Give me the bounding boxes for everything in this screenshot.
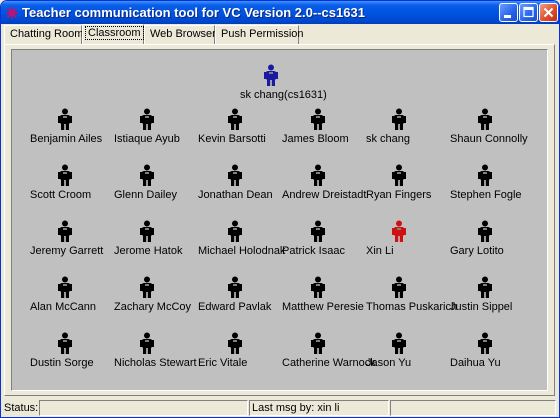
student-icon <box>450 108 550 130</box>
teacher-seat[interactable]: sk chang(cs1631) <box>236 64 327 104</box>
student-name: Ryan Fingers <box>366 189 432 201</box>
student-name: Shaun Connolly <box>450 133 528 145</box>
maximize-button[interactable] <box>519 3 538 22</box>
student-name: Kevin Barsotti <box>198 133 266 145</box>
student-name: Zachary McCoy <box>114 301 192 313</box>
tab-classroom[interactable]: Classroom <box>82 24 144 45</box>
tab-web-browser[interactable]: Web Browser <box>144 25 216 44</box>
student-name: Istiaque Ayub <box>114 133 180 145</box>
student-name: Xin Li <box>366 245 394 257</box>
last-message-label: Last msg by: xin li <box>249 400 389 416</box>
student-name: Gary Lotito <box>450 245 504 257</box>
student-name: Edward Pavlak <box>198 301 272 313</box>
student-name: Stephen Fogle <box>450 189 522 201</box>
student-name: Jeremy Garrett <box>30 245 104 257</box>
student-name: Eric Vitale <box>198 357 248 369</box>
window-title: Teacher communication tool for VC Versio… <box>22 5 365 20</box>
student-seat[interactable]: Stephen Fogle <box>450 164 550 204</box>
maximize-icon <box>523 6 534 18</box>
student-name: Nicholas Stewart <box>114 357 197 369</box>
student-name: Michael Holodnak <box>198 245 286 257</box>
student-icon <box>450 332 550 354</box>
title-bar[interactable]: Teacher communication tool for VC Versio… <box>1 1 559 24</box>
tab-chatting-room[interactable]: Chatting Room <box>4 25 84 44</box>
classroom-panel: sk chang(cs1631) Benjamin Ailes Istiaque … <box>4 44 555 396</box>
status-extra <box>390 400 556 416</box>
student-name: Jason Yu <box>366 357 412 369</box>
student-name: Thomas Puskarich <box>366 301 458 313</box>
status-label: Status: <box>4 402 39 414</box>
minimize-button[interactable] <box>499 3 518 22</box>
student-name: Andrew Dreistadt <box>282 189 367 201</box>
status-bar: Status: Last msg by: xin li <box>1 398 559 417</box>
student-name: Alan McCann <box>30 301 97 313</box>
tab-label: Push Permission <box>221 28 304 40</box>
classroom-canvas: sk chang(cs1631) Benjamin Ailes Istiaque … <box>11 49 548 391</box>
student-icon <box>450 220 550 242</box>
tab-push-permission[interactable]: Push Permission <box>215 25 304 44</box>
tab-label: Classroom <box>85 26 144 40</box>
student-name: Scott Croom <box>30 189 92 201</box>
student-seat[interactable]: Daihua Yu <box>450 332 550 372</box>
student-name: Daihua Yu <box>450 357 501 369</box>
status-text <box>39 400 248 416</box>
student-name: Jonathan Dean <box>198 189 273 201</box>
student-icon <box>450 276 550 298</box>
close-icon <box>543 7 554 18</box>
student-seat[interactable]: Gary Lotito <box>450 220 550 260</box>
student-name: Benjamin Ailes <box>30 133 103 145</box>
student-name: Dustin Sorge <box>30 357 94 369</box>
teacher-name: sk chang(cs1631) <box>240 89 327 101</box>
teacher-icon <box>236 64 326 86</box>
student-name: sk chang <box>366 133 411 145</box>
app-icon <box>6 7 18 19</box>
close-button[interactable] <box>539 3 558 22</box>
main-window: Teacher communication tool for VC Versio… <box>0 0 560 418</box>
student-seat[interactable]: Shaun Connolly <box>450 108 550 148</box>
student-icon <box>450 164 550 186</box>
student-name: Jerome Hatok <box>114 245 183 257</box>
tab-label: Web Browser <box>150 28 216 40</box>
student-name: Catherine Warnock <box>282 357 376 369</box>
student-name: Patrick Isaac <box>282 245 345 257</box>
student-name: Glenn Dailey <box>114 189 177 201</box>
student-name: Justin Sippel <box>450 301 513 313</box>
tab-strip: Chatting Room Classroom Web Browser Push… <box>4 24 556 45</box>
student-name: James Bloom <box>282 133 349 145</box>
minimize-icon <box>504 15 511 18</box>
student-seat[interactable]: Justin Sippel <box>450 276 550 316</box>
student-name: Matthew Peresie <box>282 301 364 313</box>
tab-label: Chatting Room <box>10 28 84 40</box>
